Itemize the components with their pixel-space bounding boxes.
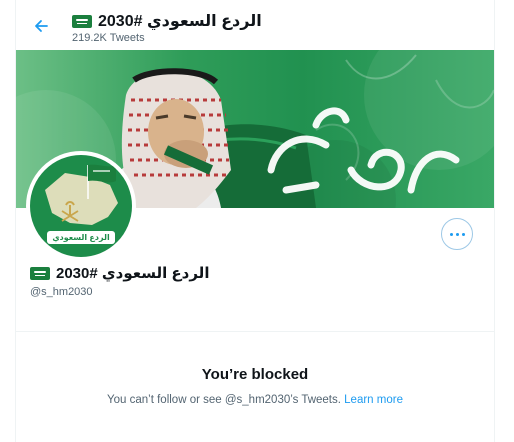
profile-name: الردع السعودي #2030 [56, 265, 210, 282]
back-button[interactable] [27, 12, 55, 40]
column-border-right [494, 0, 495, 442]
profile-page: الردع السعودي #2030 219.2K Tweets الردع … [0, 0, 514, 442]
avatar-label: الردع السعودي [47, 231, 115, 244]
header-title-row: الردع السعودي #2030 [72, 10, 262, 32]
saudi-flag-icon [72, 14, 92, 28]
blocked-message: You can’t follow or see @s_hm2030’s Twee… [16, 394, 494, 406]
blocked-title: You’re blocked [201, 366, 309, 383]
learn-more-link[interactable]: Learn more [344, 394, 403, 406]
blocked-message-text: You can’t follow or see @s_hm2030’s Twee… [107, 394, 341, 406]
divider [16, 331, 494, 332]
header-name: الردع السعودي #2030 [98, 13, 262, 30]
tweet-count: 219.2K Tweets [72, 32, 145, 44]
profile-handle: @s_hm2030 [30, 286, 93, 298]
back-arrow-icon [35, 20, 48, 32]
profile-name-row: الردع السعودي #2030 [30, 263, 209, 283]
more-options-icon [448, 232, 466, 236]
avatar[interactable]: الردع السعودي [26, 151, 136, 261]
more-options-button[interactable] [441, 218, 473, 250]
saudi-flag-icon [30, 266, 50, 280]
avatar-image: الردع السعودي [30, 155, 132, 257]
